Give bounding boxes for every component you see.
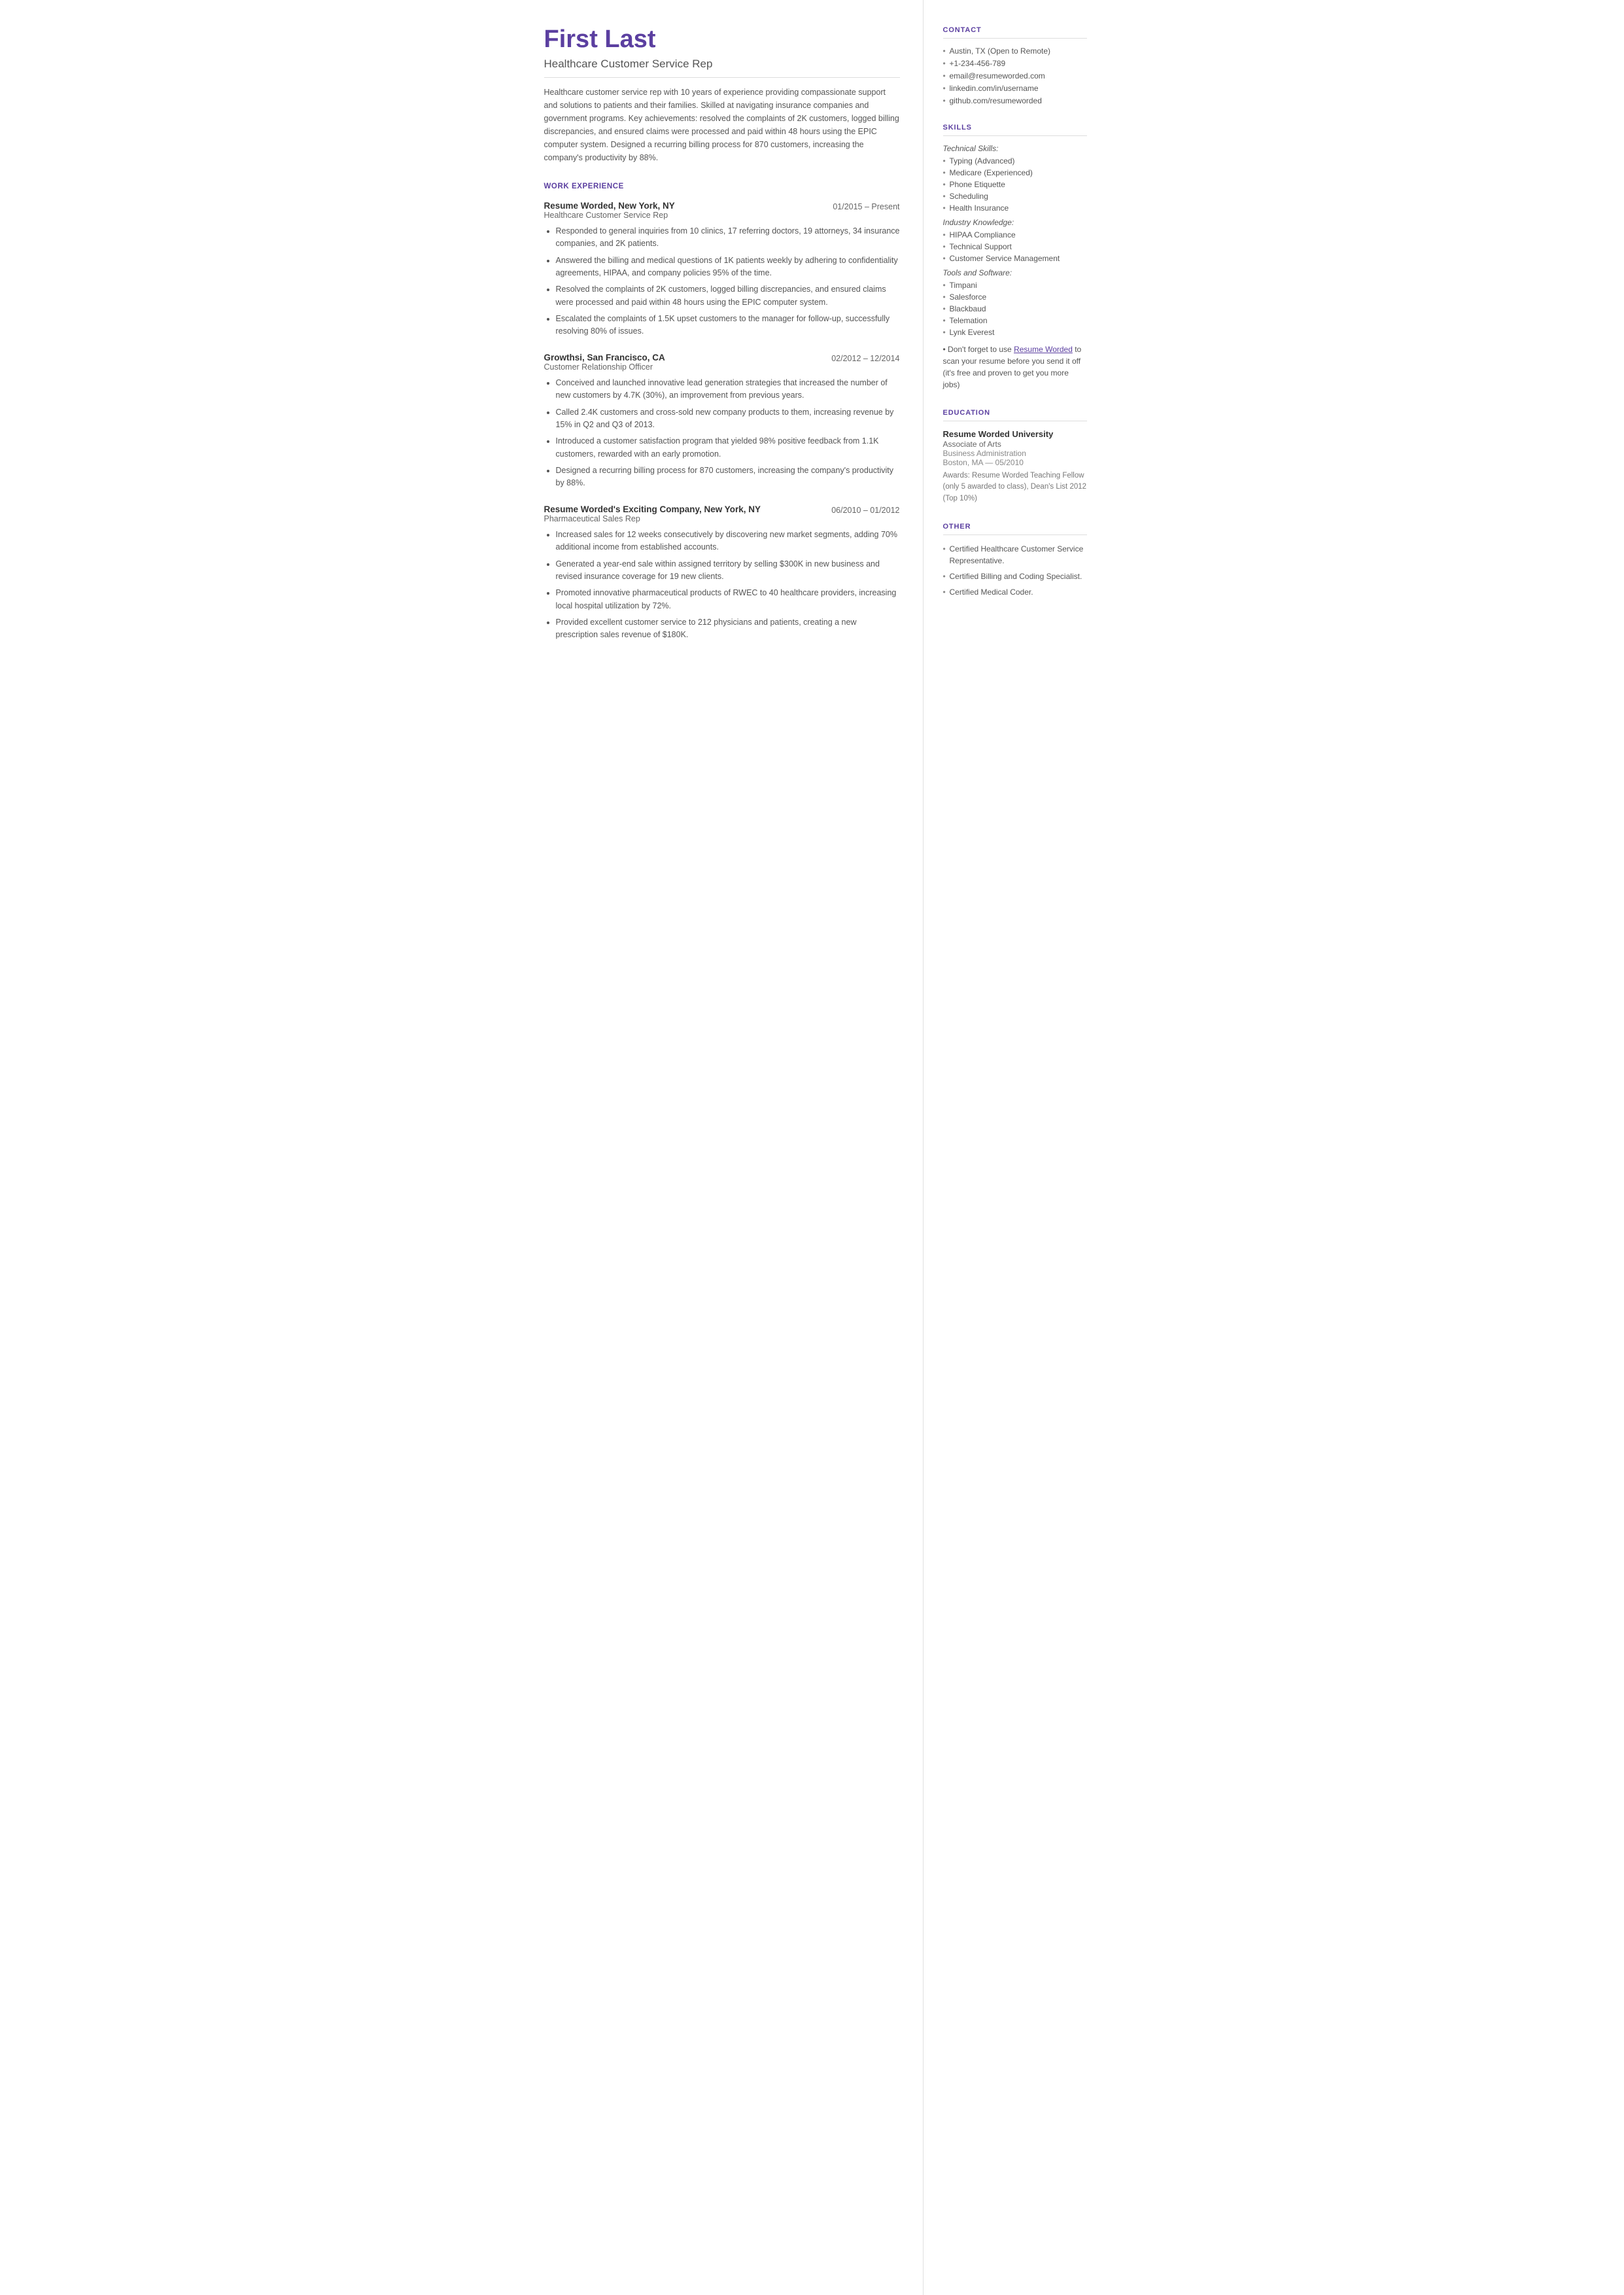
education-section: EDUCATION Resume Worded University Assoc… [943,409,1087,504]
tools-list: Timpani Salesforce Blackbaud Telemation … [943,281,1087,337]
job-1-header: Resume Worded, New York, NY Healthcare C… [544,201,900,221]
other-list: Certified Healthcare Customer Service Re… [943,543,1087,598]
job-2-company: Growthsi, San Francisco, CA [544,353,665,362]
resume-container: First Last Healthcare Customer Service R… [518,0,1107,2295]
skill-scheduling: Scheduling [943,192,1087,201]
skill-health-insurance: Health Insurance [943,203,1087,213]
skill-phone: Phone Etiquette [943,180,1087,189]
summary-text: Healthcare customer service rep with 10 … [544,86,900,164]
job-2-bullet-3: Introduced a customer satisfaction progr… [556,435,900,461]
other-label: OTHER [943,523,1087,535]
job-1-bullet-1: Responded to general inquiries from 10 c… [556,225,900,251]
job-3-header: Resume Worded's Exciting Company, New Yo… [544,504,900,525]
job-3-date: 06/2010 – 01/2012 [831,504,899,515]
resume-worded-note: • Don't forget to use Resume Worded to s… [943,343,1087,391]
job-1-bullet-4: Escalated the complaints of 1.5K upset c… [556,313,900,338]
candidate-name: First Last [544,26,900,54]
job-2-bullets: Conceived and launched innovative lead g… [556,377,900,490]
tool-timpani: Timpani [943,281,1087,290]
skill-medicare: Medicare (Experienced) [943,168,1087,177]
job-3-company: Resume Worded's Exciting Company, New Yo… [544,504,761,514]
left-column: First Last Healthcare Customer Service R… [518,0,924,2295]
job-3: Resume Worded's Exciting Company, New Yo… [544,504,900,642]
job-2: Growthsi, San Francisco, CA Customer Rel… [544,353,900,490]
edu-field: Business Administration [943,449,1087,458]
tool-blackbaud: Blackbaud [943,304,1087,313]
skill-hipaa: HIPAA Compliance [943,230,1087,239]
job-1-date: 01/2015 – Present [833,201,899,211]
job-1-bullet-2: Answered the billing and medical questio… [556,254,900,280]
job-3-bullets: Increased sales for 12 weeks consecutive… [556,529,900,642]
skill-typing: Typing (Advanced) [943,156,1087,166]
job-1: Resume Worded, New York, NY Healthcare C… [544,201,900,338]
work-experience-label: WORK EXPERIENCE [544,183,900,190]
skills-label: SKILLS [943,124,1087,136]
contact-phone: +1-234-456-789 [943,59,1087,68]
job-1-title: Healthcare Customer Service Rep [544,211,675,220]
skill-csm: Customer Service Management [943,254,1087,263]
contact-list: Austin, TX (Open to Remote) +1-234-456-7… [943,46,1087,105]
job-3-bullet-2: Generated a year-end sale within assigne… [556,558,900,584]
technical-skills-label: Technical Skills: [943,144,1087,153]
job-2-date: 02/2012 – 12/2014 [831,353,899,363]
job-3-bullet-3: Promoted innovative pharmaceutical produ… [556,587,900,612]
technical-skills-list: Typing (Advanced) Medicare (Experienced)… [943,156,1087,213]
other-item-2: Certified Billing and Coding Specialist. [943,570,1087,582]
job-2-bullet-1: Conceived and launched innovative lead g… [556,377,900,402]
edu-school: Resume Worded University [943,429,1087,439]
job-1-bullets: Responded to general inquiries from 10 c… [556,225,900,338]
tool-telemation: Telemation [943,316,1087,325]
edu-entry: Resume Worded University Associate of Ar… [943,429,1087,504]
other-section: OTHER Certified Healthcare Customer Serv… [943,523,1087,598]
job-1-company-title: Resume Worded, New York, NY Healthcare C… [544,201,675,221]
job-2-header: Growthsi, San Francisco, CA Customer Rel… [544,353,900,373]
contact-linkedin: linkedin.com/in/username [943,84,1087,93]
job-2-bullet-2: Called 2.4K customers and cross-sold new… [556,406,900,432]
job-3-bullet-4: Provided excellent customer service to 2… [556,616,900,642]
contact-email: email@resumeworded.com [943,71,1087,80]
candidate-title: Healthcare Customer Service Rep [544,58,900,78]
industry-knowledge-label: Industry Knowledge: [943,218,1087,227]
tool-salesforce: Salesforce [943,292,1087,302]
job-2-company-title: Growthsi, San Francisco, CA Customer Rel… [544,353,665,373]
other-item-1: Certified Healthcare Customer Service Re… [943,543,1087,567]
contact-location: Austin, TX (Open to Remote) [943,46,1087,56]
tools-label: Tools and Software: [943,268,1087,277]
job-2-title: Customer Relationship Officer [544,362,665,372]
job-3-title: Pharmaceutical Sales Rep [544,514,761,523]
industry-knowledge-list: HIPAA Compliance Technical Support Custo… [943,230,1087,263]
edu-awards: Awards: Resume Worded Teaching Fellow (o… [943,470,1087,504]
skill-technical-support: Technical Support [943,242,1087,251]
contact-section: CONTACT Austin, TX (Open to Remote) +1-2… [943,26,1087,105]
skills-section: SKILLS Technical Skills: Typing (Advance… [943,124,1087,391]
job-1-company: Resume Worded, New York, NY [544,201,675,211]
tool-lynk: Lynk Everest [943,328,1087,337]
contact-label: CONTACT [943,26,1087,39]
job-2-bullet-4: Designed a recurring billing process for… [556,464,900,490]
edu-location: Boston, MA — 05/2010 [943,458,1087,467]
job-3-bullet-1: Increased sales for 12 weeks consecutive… [556,529,900,554]
edu-degree: Associate of Arts [943,440,1087,449]
resume-worded-link[interactable]: Resume Worded [1014,345,1073,354]
job-3-company-title: Resume Worded's Exciting Company, New Yo… [544,504,761,525]
right-column: CONTACT Austin, TX (Open to Remote) +1-2… [924,0,1107,2295]
other-item-3: Certified Medical Coder. [943,586,1087,598]
job-1-bullet-3: Resolved the complaints of 2K customers,… [556,283,900,309]
education-label: EDUCATION [943,409,1087,421]
contact-github: github.com/resumeworded [943,96,1087,105]
